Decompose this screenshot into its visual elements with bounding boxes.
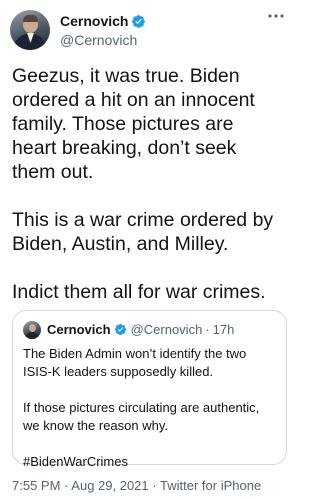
- quoted-line: we know the reason why.: [23, 418, 168, 433]
- tweet-line: heart breaking, don’t seek: [12, 137, 237, 159]
- tweet-paragraph: This is a war crime ordered by Biden, Au…: [12, 208, 296, 256]
- tweet-time[interactable]: 7:55 PM: [12, 478, 60, 493]
- tweet-paragraph: Indict them all for war crimes.: [12, 280, 296, 304]
- quoted-paragraph: If those pictures circulating are authen…: [23, 399, 281, 435]
- avatar-head: [29, 324, 36, 332]
- tweet-line: Geezus, it was true. Biden: [12, 65, 240, 87]
- tweet-body: Geezus, it was true. Biden ordered a hit…: [12, 64, 296, 304]
- tweet-source: Twitter for iPhone: [160, 478, 262, 493]
- author-name-row: Cernovich: [60, 13, 146, 29]
- tweet-date[interactable]: Aug 29, 2021: [71, 478, 148, 493]
- tweet-paragraph: Geezus, it was true. Biden ordered a hit…: [12, 64, 296, 184]
- meta-separator: ·: [64, 478, 69, 493]
- quoted-paragraph: The Biden Admin won’t identify the two I…: [23, 345, 281, 381]
- quoted-timestamp[interactable]: 17h: [213, 322, 235, 337]
- tweet-line: family. Those pictures are: [12, 113, 234, 135]
- avatar-suit: [25, 332, 39, 339]
- meta-separator: ·: [152, 478, 157, 493]
- verified-badge-icon: [114, 323, 126, 336]
- avatar-hair: [23, 15, 38, 22]
- quoted-line: The Biden Admin won’t identify the two: [23, 346, 247, 361]
- author-handle[interactable]: @Cernovich: [60, 32, 137, 48]
- tweet-line: This is a war crime ordered by: [12, 209, 274, 231]
- quoted-paragraph: #BidenWarCrimes: [23, 453, 281, 471]
- quoted-tweet[interactable]: Cernovich @Cernovich · 17h The Biden Adm…: [12, 310, 287, 469]
- author-avatar[interactable]: [10, 10, 50, 50]
- more-options-icon[interactable]: [267, 10, 285, 22]
- quoted-tweet-header: Cernovich @Cernovich · 17h: [47, 322, 234, 337]
- tweet-line: them out.: [12, 161, 94, 183]
- quoted-separator: ·: [205, 322, 210, 337]
- tweet-line: Indict them all for war crimes.: [12, 281, 266, 303]
- hashtag-link[interactable]: #BidenWarCrimes: [23, 453, 281, 471]
- tweet-line: ordered a hit on an innocent: [12, 89, 255, 111]
- tweet-card: Cernovich @Cernovich Geezus, it was true…: [0, 0, 299, 500]
- quoted-line: ISIS-K leaders supposedly killed.: [23, 364, 214, 379]
- author-display-name[interactable]: Cernovich: [60, 13, 128, 29]
- quoted-display-name[interactable]: Cernovich: [47, 322, 111, 337]
- tweet-line: Biden, Austin, and Milley.: [12, 233, 229, 255]
- quoted-tweet-body: The Biden Admin won’t identify the two I…: [23, 345, 281, 471]
- quoted-line: If those pictures circulating are authen…: [23, 400, 260, 415]
- quoted-handle[interactable]: @Cernovich: [131, 322, 203, 337]
- quoted-author-avatar[interactable]: [23, 321, 41, 339]
- verified-badge-icon: [132, 14, 146, 28]
- tweet-metadata: 7:55 PM · Aug 29, 2021 · Twitter for iPh…: [12, 478, 261, 493]
